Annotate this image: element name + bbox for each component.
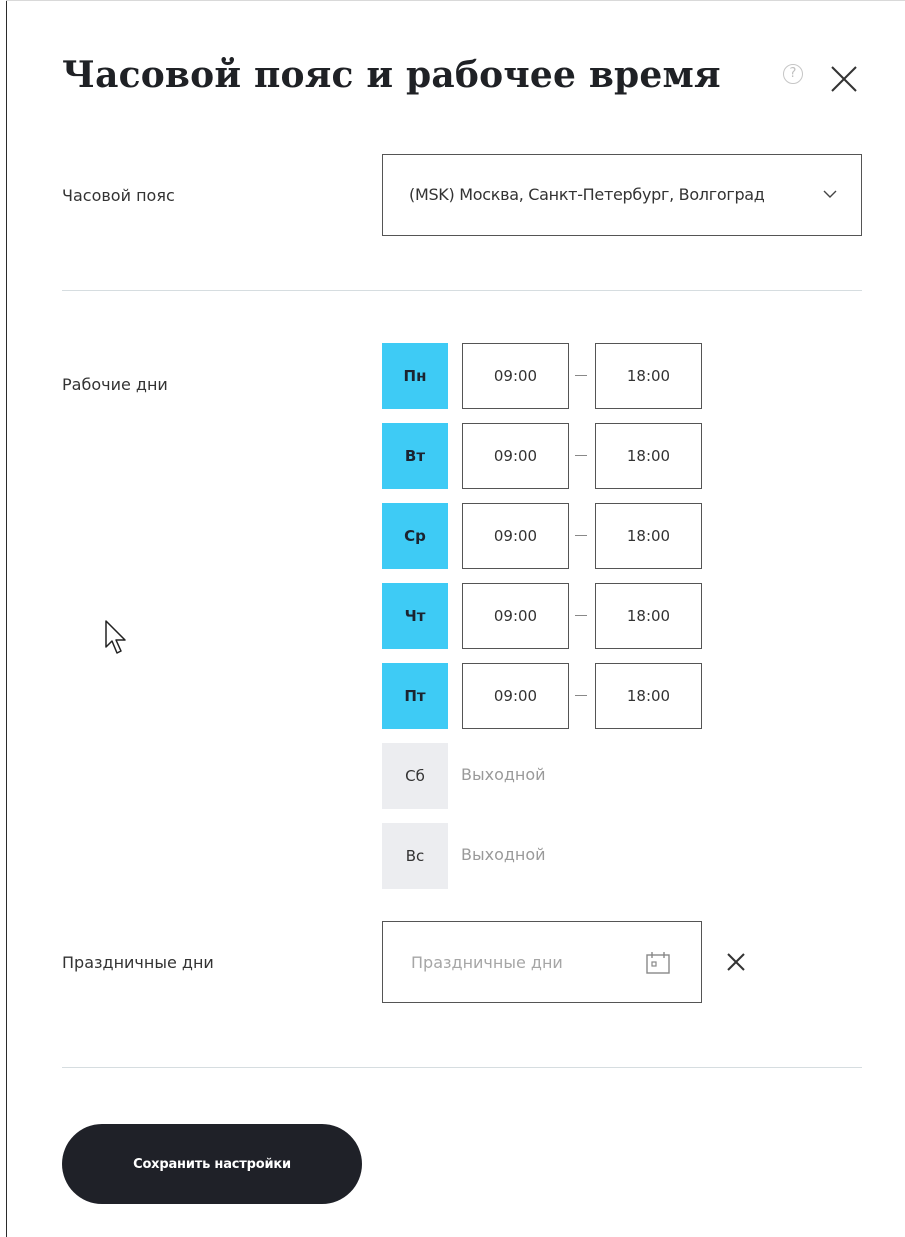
- time-from-input[interactable]: 09:00: [462, 343, 569, 409]
- holidays-label: Праздничные дни: [62, 953, 214, 972]
- day-row: Пт 09:00 18:00: [382, 663, 712, 729]
- help-circle-icon[interactable]: ?: [783, 64, 803, 84]
- day-toggle[interactable]: Сб: [382, 743, 448, 809]
- save-button[interactable]: Сохранить настройки: [62, 1124, 362, 1204]
- time-separator: [575, 535, 587, 536]
- time-from-input[interactable]: 09:00: [462, 503, 569, 569]
- day-toggle[interactable]: Вс: [382, 823, 448, 889]
- timezone-value: (MSK) Москва, Санкт-Петербург, Волгоград: [409, 185, 765, 204]
- time-separator: [575, 455, 587, 456]
- calendar-icon[interactable]: [645, 951, 671, 975]
- day-off-label: Выходной: [461, 765, 546, 784]
- close-icon[interactable]: [829, 64, 859, 94]
- time-separator: [575, 695, 587, 696]
- time-to-input[interactable]: 18:00: [595, 503, 702, 569]
- time-to-input[interactable]: 18:00: [595, 423, 702, 489]
- time-to-input[interactable]: 18:00: [595, 583, 702, 649]
- window-edge: [6, 0, 7, 1237]
- chevron-down-icon: [823, 190, 837, 198]
- clear-icon[interactable]: [725, 951, 747, 973]
- day-toggle[interactable]: Пт: [382, 663, 448, 729]
- time-from-input[interactable]: 09:00: [462, 583, 569, 649]
- day-toggle[interactable]: Чт: [382, 583, 448, 649]
- divider: [62, 1067, 862, 1068]
- divider: [62, 290, 862, 291]
- day-toggle[interactable]: Вт: [382, 423, 448, 489]
- day-row: Ср 09:00 18:00: [382, 503, 712, 569]
- mouse-cursor-icon: [105, 620, 126, 654]
- day-row: Чт 09:00 18:00: [382, 583, 712, 649]
- workdays-label: Рабочие дни: [62, 375, 168, 394]
- time-from-input[interactable]: 09:00: [462, 423, 569, 489]
- day-row: Вс Выходной: [382, 823, 712, 889]
- day-off-label: Выходной: [461, 845, 546, 864]
- holidays-placeholder: Праздничные дни: [411, 953, 563, 972]
- timezone-select[interactable]: (MSK) Москва, Санкт-Петербург, Волгоград: [382, 154, 862, 236]
- day-row: Сб Выходной: [382, 743, 712, 809]
- holidays-input[interactable]: Праздничные дни: [382, 921, 702, 1003]
- day-toggle[interactable]: Ср: [382, 503, 448, 569]
- time-from-input[interactable]: 09:00: [462, 663, 569, 729]
- time-separator: [575, 615, 587, 616]
- time-to-input[interactable]: 18:00: [595, 343, 702, 409]
- time-to-input[interactable]: 18:00: [595, 663, 702, 729]
- day-row: Вт 09:00 18:00: [382, 423, 712, 489]
- time-separator: [575, 375, 587, 376]
- window-top-edge: [6, 0, 905, 1]
- timezone-label: Часовой пояс: [62, 186, 175, 205]
- day-toggle[interactable]: Пн: [382, 343, 448, 409]
- day-row: Пн 09:00 18:00: [382, 343, 712, 409]
- dialog-title: Часовой пояс и рабочее время: [62, 54, 721, 96]
